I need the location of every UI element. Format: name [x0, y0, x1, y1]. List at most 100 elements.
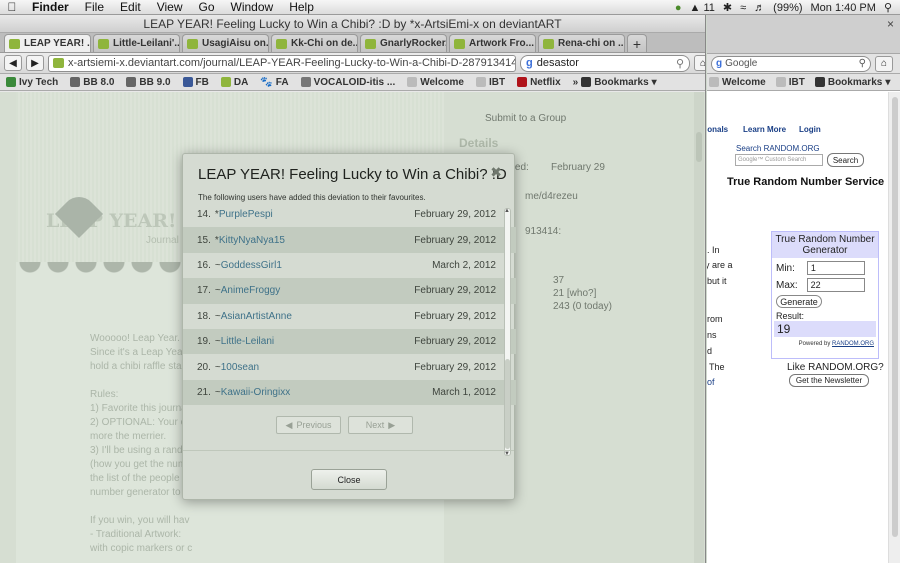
home-button[interactable]: ⌂ — [694, 55, 705, 71]
bookmark-fb[interactable]: FB — [182, 77, 209, 88]
home-button[interactable]: ⌂ — [875, 55, 893, 72]
tab-label: Artwork Fro... — [469, 38, 535, 49]
username-link[interactable]: 100sean — [221, 362, 259, 373]
mac-menubar:  Finder File Edit View Go Window Help ●… — [0, 0, 900, 15]
close-icon[interactable]: ✖ — [490, 164, 502, 181]
menu-finder[interactable]: Finder — [24, 0, 77, 14]
spotlight-icon[interactable]: ⚲ — [884, 1, 892, 14]
adium-badge[interactable]: ▲ 11 — [690, 2, 715, 14]
row-number: 15. — [197, 234, 211, 246]
site-search-button[interactable]: Search — [827, 153, 864, 167]
bookmarks-icon — [581, 77, 592, 87]
row-number: 20. — [197, 361, 211, 373]
deviantart-icon — [220, 77, 231, 87]
search-icon[interactable]: ⚲ — [859, 58, 866, 69]
search-icon[interactable]: ⚲ — [676, 57, 684, 70]
vocaloid-icon — [300, 77, 311, 87]
battery-status[interactable]: (99%) — [773, 2, 802, 14]
bookmark-bb9[interactable]: BB 9.0 — [126, 77, 171, 88]
wifi-icon[interactable]: ≈ — [740, 2, 746, 14]
username-link[interactable]: AnimeFroggy — [221, 285, 280, 296]
bookmark-welcome[interactable]: Welcome — [709, 77, 766, 88]
bookmark-fa[interactable]: 🐾 FA — [260, 77, 288, 88]
facebook-icon — [182, 77, 193, 87]
random-org-link[interactable]: RANDOM.ORG — [832, 341, 874, 347]
menu-go[interactable]: Go — [191, 0, 223, 14]
next-label: Next — [365, 420, 385, 430]
tab-little-leilani[interactable]: Little-Leilani'...× — [93, 34, 180, 52]
scroll-up-arrow-icon[interactable]: ▲ — [504, 208, 510, 214]
navigation-toolbar: ◀ ▶ x-artsiemi-x.deviantart.com/journal/… — [0, 53, 705, 74]
username-link[interactable]: AsianArtistAnne — [221, 311, 292, 322]
site-search-input[interactable]: Google™ Custom Search — [735, 154, 823, 166]
previous-button[interactable]: ◀ Previous — [276, 416, 341, 434]
bookmark-vocaloid[interactable]: VOCALOID-itis ... — [300, 77, 395, 88]
google-icon[interactable]: g — [526, 57, 533, 69]
tab-rena-chi[interactable]: Rena-chi on ...× — [538, 34, 625, 52]
list-scrollbar[interactable]: ▲ ▼ — [504, 208, 511, 457]
link-learn-more[interactable]: Learn More — [743, 125, 786, 134]
next-button[interactable]: Next ▶ — [348, 416, 413, 434]
google-search-input[interactable]: g Google ⚲ — [711, 55, 871, 72]
tab-kk-chi[interactable]: Kk-Chi on de...× — [271, 34, 358, 52]
min-input[interactable]: 1 — [806, 261, 865, 275]
close-button[interactable]: Close — [311, 469, 387, 490]
menu-window[interactable]: Window — [223, 0, 282, 14]
tab-label: Little-Leilani'... — [113, 38, 180, 49]
new-tab-button[interactable]: + — [627, 34, 647, 52]
menu-help[interactable]: Help — [281, 0, 322, 14]
deviantart-favicon — [187, 38, 198, 49]
tab-gnarlyrocker[interactable]: GnarlyRocker...× — [360, 34, 447, 52]
bookmarks-menu[interactable]: Bookmarks ▾ — [814, 77, 890, 88]
username-link[interactable]: GoddessGirl1 — [221, 260, 282, 271]
url-bar[interactable]: x-artsiemi-x.deviantart.com/journal/LEAP… — [48, 54, 516, 72]
username-link[interactable]: KittyNyaNya15 — [219, 235, 285, 246]
favourite-date: February 29, 2012 — [414, 336, 496, 348]
second-window-scrollbar[interactable] — [888, 92, 900, 563]
bookmark-ivy-tech[interactable]: Ivy Tech — [6, 77, 58, 88]
tab-usagiaisu[interactable]: UsagiAisu on...× — [182, 34, 269, 52]
dialog-description: The following users have added this devi… — [198, 193, 426, 202]
site-identity-icon[interactable] — [53, 58, 64, 68]
bookmark-bb8[interactable]: BB 8.0 — [70, 77, 114, 88]
bookmark-label: Bookmarks — [594, 76, 649, 88]
bookmark-da[interactable]: DA — [220, 77, 248, 88]
bookmark-welcome[interactable]: Welcome — [407, 77, 464, 88]
tab-leap-year[interactable]: LEAP YEAR! ...× — [4, 34, 91, 52]
second-window-titlebar: × — [707, 15, 900, 54]
clock[interactable]: Mon 1:40 PM — [811, 2, 876, 14]
chevron-down-icon: ▾ — [651, 76, 657, 88]
list-scrollbar-thumb[interactable] — [505, 359, 510, 449]
generate-button[interactable]: Generate — [776, 295, 822, 308]
volume-icon[interactable]: ♬ — [754, 2, 765, 14]
search-input[interactable]: g desastor ⚲ — [520, 54, 690, 72]
bluetooth-icon[interactable]: ✱ — [723, 1, 732, 14]
tab-artwork[interactable]: Artwork Fro...× — [449, 34, 536, 52]
scroll-down-arrow-icon[interactable]: ▼ — [504, 451, 510, 457]
menu-edit[interactable]: Edit — [112, 0, 149, 14]
generator-title: True Random Number Generator — [772, 232, 878, 258]
back-button[interactable]: ◀ — [4, 55, 22, 71]
username-link[interactable]: Kawaii-Oringixx — [221, 387, 290, 398]
forward-button[interactable]: ▶ — [26, 55, 44, 71]
menu-view[interactable]: View — [149, 0, 191, 14]
text-fragment: of — [707, 377, 715, 387]
username-link[interactable]: PurplePespi — [219, 209, 273, 220]
bookmark-ibt[interactable]: IBT — [475, 77, 505, 88]
max-input[interactable]: 22 — [806, 278, 865, 292]
link-ionals[interactable]: ionals — [707, 125, 728, 134]
link-login[interactable]: Login — [799, 125, 821, 134]
username-link[interactable]: Little-Leilani — [221, 336, 274, 347]
apple-icon[interactable]:  — [0, 0, 24, 14]
menu-file[interactable]: File — [77, 0, 112, 14]
bookmark-netflix[interactable]: Netflix — [517, 77, 561, 88]
evernote-icon[interactable]: ● — [675, 2, 682, 14]
newsletter-button[interactable]: Get the Newsletter — [789, 374, 869, 387]
min-label: Min: — [776, 262, 795, 274]
close-window-icon[interactable]: × — [887, 17, 894, 31]
bookmarks-menu[interactable]: » Bookmarks ▾ — [573, 77, 657, 88]
bookmark-ibt[interactable]: IBT — [775, 77, 805, 88]
favourite-date: February 29, 2012 — [414, 361, 496, 373]
scrollbar-thumb[interactable] — [892, 97, 898, 537]
dialog-title: LEAP YEAR! Feeling Lucky to Win a Chibi?… — [198, 166, 507, 183]
